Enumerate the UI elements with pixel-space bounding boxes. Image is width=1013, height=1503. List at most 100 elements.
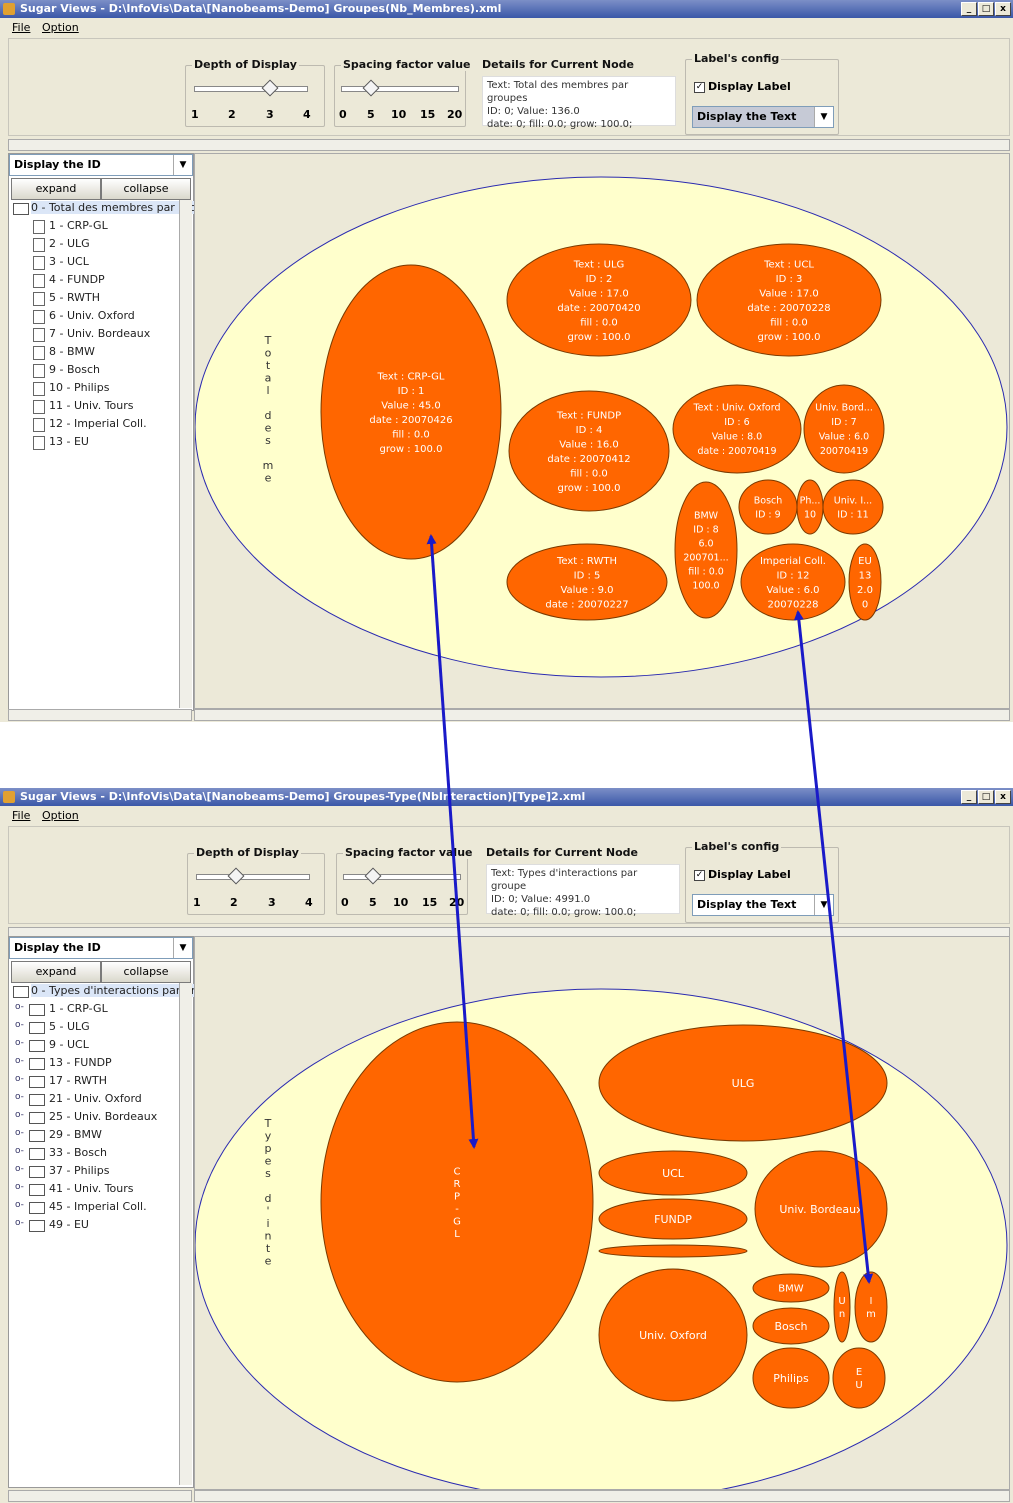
tree-item[interactable]: 8 - BMW: [11, 344, 179, 362]
bubble-univ-tours-shape[interactable]: [833, 1271, 851, 1343]
bubble-philips[interactable]: Ph... 10: [796, 479, 824, 535]
label-mode-select[interactable]: Display the Text ▼: [692, 106, 834, 128]
spacing-slider-thumb[interactable]: [362, 79, 380, 97]
canvas-hscrollbar[interactable]: [194, 709, 1010, 721]
tree-item[interactable]: 1 - CRP-GL: [11, 218, 179, 236]
bubble-philips[interactable]: Philips: [752, 1347, 830, 1409]
chevron-down-icon[interactable]: ▼: [173, 155, 192, 175]
expand-handle-icon[interactable]: o-: [15, 1182, 24, 1192]
tree-item[interactable]: o- 45 - Imperial Coll.: [11, 1199, 179, 1217]
close-button[interactable]: x: [995, 790, 1011, 804]
bubble-univ-bordeaux-shape[interactable]: [803, 384, 885, 474]
tree-item[interactable]: 11 - Univ. Tours: [11, 398, 179, 416]
tree-root-item[interactable]: 0 - Total des membres par gro: [11, 200, 197, 218]
expand-handle-icon[interactable]: o-: [15, 1056, 24, 1066]
bubble-imperial-coll[interactable]: Im: [854, 1271, 888, 1343]
tree-item[interactable]: o- 37 - Philips: [11, 1163, 179, 1181]
tree-item[interactable]: o- 25 - Univ. Bordeaux: [11, 1109, 179, 1127]
bubble-univ-tours[interactable]: Univ. I... ID : 11: [822, 479, 884, 535]
menu-file[interactable]: File: [12, 21, 30, 34]
spacing-slider-track[interactable]: [341, 86, 459, 92]
tree-hscrollbar[interactable]: [8, 709, 192, 721]
minimize-button[interactable]: _: [961, 790, 977, 804]
bubble-univ-oxford[interactable]: Univ. Oxford: [598, 1268, 748, 1402]
display-label-checkbox[interactable]: ✓: [694, 870, 705, 881]
bubble-bosch[interactable]: Bosch ID : 9: [738, 479, 798, 535]
tree-item[interactable]: o- 41 - Univ. Tours: [11, 1181, 179, 1199]
bubble-univ-oxford[interactable]: Text : Univ. Oxford ID : 6 Value : 8.0 date…: [672, 384, 802, 474]
depth-slider-track[interactable]: [196, 874, 310, 880]
treemap-canvas[interactable]: Ty p e s d ' i n t e C R P - G L ULG UCL FUNDP Univ. Bordea…: [194, 936, 1010, 1490]
tree-root-item[interactable]: 0 - Types d'interactions par gro: [11, 983, 202, 1001]
tree-item[interactable]: o- 21 - Univ. Oxford: [11, 1091, 179, 1109]
bubble-bmw[interactable]: BMW: [752, 1273, 830, 1303]
tree-item[interactable]: o- 9 - UCL: [11, 1037, 179, 1055]
canvas-hscrollbar[interactable]: [194, 1490, 1010, 1502]
menu-option[interactable]: Option: [42, 21, 79, 34]
tree-item[interactable]: o- 33 - Bosch: [11, 1145, 179, 1163]
bubble-eu-shape[interactable]: [832, 1347, 886, 1409]
bubble-eu[interactable]: EU 13 2.0 0: [848, 543, 882, 621]
spacing-slider-thumb[interactable]: [364, 867, 382, 885]
bubble-imperial-coll-shape[interactable]: [854, 1271, 888, 1343]
tree-item[interactable]: 10 - Philips: [11, 380, 179, 398]
side-display-select[interactable]: Display the ID ▼: [9, 154, 193, 176]
expand-handle-icon[interactable]: o-: [15, 1092, 24, 1102]
depth-slider-thumb[interactable]: [227, 867, 245, 885]
chevron-down-icon[interactable]: ▼: [173, 938, 192, 958]
tree-item[interactable]: 3 - UCL: [11, 254, 179, 272]
display-label-checkbox[interactable]: ✓: [694, 82, 705, 93]
bubble-univ-tours[interactable]: Un: [833, 1271, 851, 1343]
maximize-button[interactable]: □: [978, 790, 994, 804]
expand-button[interactable]: expand: [11, 178, 101, 200]
top-panel-scrollbar[interactable]: [8, 139, 1010, 151]
minimize-button[interactable]: _: [961, 2, 977, 16]
tree-item[interactable]: o- 1 - CRP-GL: [11, 1001, 179, 1019]
bubble-univ-oxford-shape[interactable]: [672, 384, 802, 474]
tree-scrollbar[interactable]: [179, 983, 192, 1485]
expand-handle-icon[interactable]: o-: [15, 1038, 24, 1048]
bubble-rwth[interactable]: [598, 1244, 748, 1258]
expand-handle-icon[interactable]: o-: [15, 1164, 24, 1174]
collapse-button[interactable]: collapse: [101, 178, 191, 200]
spacing-slider-track[interactable]: [343, 874, 461, 880]
tree-item[interactable]: o- 17 - RWTH: [11, 1073, 179, 1091]
expand-handle-icon[interactable]: o-: [15, 1218, 24, 1228]
tree-item[interactable]: 9 - Bosch: [11, 362, 179, 380]
tree-item[interactable]: 13 - EU: [11, 434, 179, 452]
bubble-rwth[interactable]: Text : RWTH ID : 5 Value : 9.0 date : 20070…: [506, 543, 668, 621]
tree-scrollbar[interactable]: [179, 200, 192, 708]
tree-hscrollbar[interactable]: [8, 1490, 192, 1502]
tree-item[interactable]: o- 29 - BMW: [11, 1127, 179, 1145]
bubble-crp-gl-shape[interactable]: [320, 264, 502, 560]
maximize-button[interactable]: □: [978, 2, 994, 16]
menu-file[interactable]: File: [12, 809, 30, 822]
tree-item[interactable]: 6 - Univ. Oxford: [11, 308, 179, 326]
tree-item[interactable]: 12 - Imperial Coll.: [11, 416, 179, 434]
bubble-crp-gl[interactable]: CRP -GL: [320, 1021, 594, 1383]
root-bubble[interactable]: [195, 988, 1008, 1489]
bubble-fundp[interactable]: Text : FUNDP ID : 4 Value : 16.0 date : 200…: [508, 390, 670, 512]
bubble-eu[interactable]: EU: [832, 1347, 886, 1409]
chevron-down-icon[interactable]: ▼: [814, 107, 833, 127]
chevron-down-icon[interactable]: ▼: [814, 895, 833, 915]
label-mode-select[interactable]: Display the Text ▼: [692, 894, 834, 916]
tree-item[interactable]: o- 49 - EU: [11, 1217, 179, 1235]
expand-handle-icon[interactable]: o-: [15, 1128, 24, 1138]
bubble-univ-bordeaux[interactable]: Univ. Bord... ID : 7 Value : 6.0 20070419: [803, 384, 885, 474]
bubble-bmw[interactable]: BMW ID : 8 6.0 200701... fill : 0.0 100.0: [674, 481, 738, 619]
expand-handle-icon[interactable]: o-: [15, 1002, 24, 1012]
treemap-canvas[interactable]: To t a l d e s m e Text : CRP-GL ID : 1 Value : 45.…: [194, 153, 1010, 709]
bubble-ulg[interactable]: ULG: [598, 1024, 888, 1142]
bubble-univ-tours-shape[interactable]: [822, 479, 884, 535]
expand-handle-icon[interactable]: o-: [15, 1200, 24, 1210]
bubble-ulg[interactable]: Text : ULG ID : 2 Value : 17.0 date : 20070…: [506, 243, 692, 357]
tree-item[interactable]: o- 13 - FUNDP: [11, 1055, 179, 1073]
bubble-bmw-shape[interactable]: [674, 481, 738, 619]
bubble-univ-bordeaux[interactable]: Univ. Bordeaux: [754, 1150, 888, 1268]
tree-item[interactable]: 5 - RWTH: [11, 290, 179, 308]
tree-item[interactable]: 4 - FUNDP: [11, 272, 179, 290]
bubble-bosch[interactable]: Bosch: [752, 1307, 830, 1345]
expand-handle-icon[interactable]: o-: [15, 1074, 24, 1084]
menu-option[interactable]: Option: [42, 809, 79, 822]
